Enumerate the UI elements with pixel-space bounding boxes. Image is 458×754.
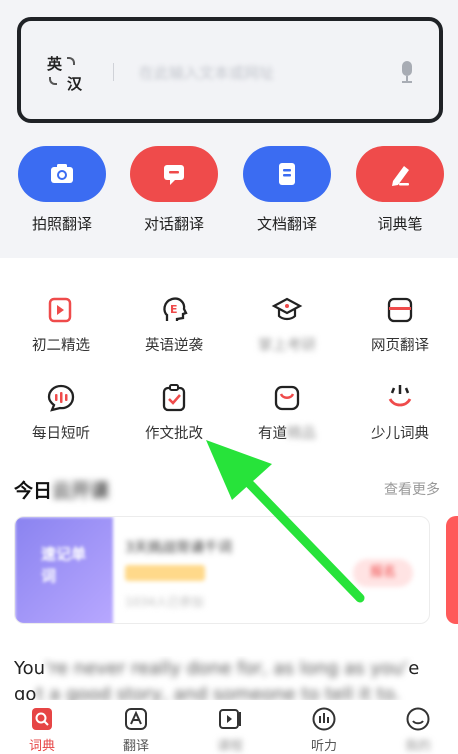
essay-check-icon xyxy=(158,382,190,414)
nav-listening[interactable]: 听力 xyxy=(284,706,364,754)
section-title: 今日云开课 xyxy=(14,480,110,502)
audio-bubble-icon xyxy=(45,382,77,414)
see-more-link[interactable]: 查看更多 xyxy=(384,479,440,499)
bottom-navigation: 词典 翻译 课程 听力 我的 xyxy=(0,700,458,754)
course-tag xyxy=(125,565,205,581)
grid-item-english-boost[interactable]: E 英语逆袭 xyxy=(119,294,229,355)
pen-icon xyxy=(356,146,444,202)
search-input[interactable]: 在此输入文本或网址 xyxy=(139,62,274,83)
feature-label: 文档翻译 xyxy=(256,215,317,233)
photo-translate-button[interactable]: 拍照翻译 xyxy=(12,146,112,234)
feature-label: 拍照翻译 xyxy=(31,215,92,233)
video-icon xyxy=(45,294,77,326)
grid-item-kids-dictionary[interactable]: 少儿词典 xyxy=(345,382,455,443)
graduation-cap-icon xyxy=(271,294,303,326)
svg-text:E: E xyxy=(170,303,178,316)
nav-dictionary[interactable]: 词典 xyxy=(2,706,82,754)
head-e-icon: E xyxy=(158,294,190,326)
dictionary-icon xyxy=(29,706,55,732)
microphone-icon[interactable] xyxy=(399,59,415,87)
swap-arrow-icon xyxy=(67,57,75,65)
course-title: 3天挑战背诵千词 xyxy=(125,540,232,556)
grid-item-postgrad[interactable]: 掌上考研 xyxy=(232,294,342,355)
source-language: 英 xyxy=(47,55,63,73)
dictionary-pen-button[interactable]: 词典笔 xyxy=(350,146,450,234)
course-subtitle: 1034人已参加 xyxy=(125,595,204,609)
nav-profile[interactable]: 我的 xyxy=(378,706,458,754)
dialogue-translate-button[interactable]: 对话翻译 xyxy=(124,146,224,234)
grid-item-grade8[interactable]: 初二精选 xyxy=(6,294,116,355)
next-card-peek[interactable] xyxy=(446,516,458,624)
listening-icon xyxy=(311,706,337,732)
profile-icon xyxy=(405,706,431,732)
feature-label: 对话翻译 xyxy=(143,215,204,233)
course-card[interactable]: 速记单词 3天挑战背诵千词 1034人已参加 报名 xyxy=(14,516,430,624)
chat-icon xyxy=(130,146,218,202)
webpage-icon xyxy=(384,294,416,326)
course-icon xyxy=(217,706,243,732)
course-thumbnail: 速记单词 xyxy=(15,517,113,623)
kids-dict-icon xyxy=(384,382,416,414)
camera-icon xyxy=(18,146,106,202)
grid-item-youdao-premium[interactable]: 有道精品 xyxy=(232,382,342,443)
grid-item-essay-correction[interactable]: 作文批改 xyxy=(119,382,229,443)
feature-label: 词典笔 xyxy=(377,215,423,233)
nav-translate[interactable]: 翻译 xyxy=(96,706,176,754)
translate-icon xyxy=(123,706,149,732)
document-translate-button[interactable]: 文档翻译 xyxy=(237,146,337,234)
swap-arrow-icon xyxy=(49,77,57,85)
search-box[interactable]: 英 汉 在此输入文本或网址 xyxy=(17,17,443,123)
document-icon xyxy=(243,146,331,202)
grid-item-daily-listening[interactable]: 每日短听 xyxy=(6,382,116,443)
youdao-icon xyxy=(271,382,303,414)
target-language: 汉 xyxy=(67,75,83,93)
enroll-button[interactable]: 报名 xyxy=(353,559,413,587)
grid-item-web-translate[interactable]: 网页翻译 xyxy=(345,294,455,355)
nav-course[interactable]: 课程 xyxy=(190,706,270,754)
divider xyxy=(113,63,114,81)
language-switch[interactable]: 英 汉 xyxy=(47,53,91,93)
